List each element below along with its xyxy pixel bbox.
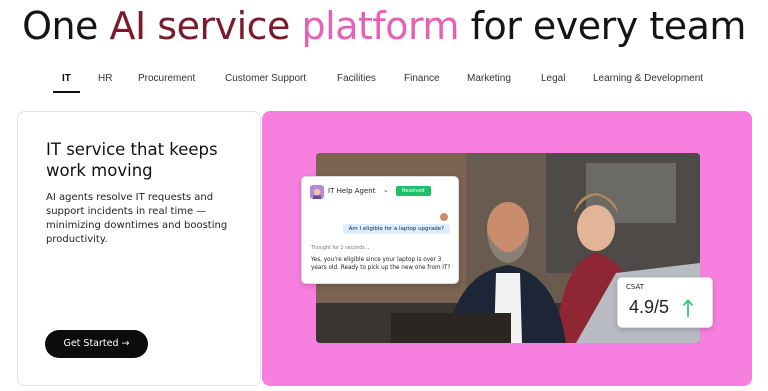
tab-procurement[interactable]: Procurement bbox=[138, 72, 195, 92]
agent-avatar bbox=[310, 185, 324, 199]
hero-title-text: One bbox=[22, 4, 110, 48]
csat-card: CSAT 4.9/5 bbox=[617, 277, 713, 328]
tab-legal[interactable]: Legal bbox=[541, 72, 565, 92]
chat-header: IT Help Agent ⌄ Resolved bbox=[310, 184, 455, 200]
tab-hr[interactable]: HR bbox=[98, 72, 112, 92]
csat-value: 4.9/5 bbox=[629, 297, 670, 317]
hero-title-space bbox=[290, 4, 302, 48]
tab-finance[interactable]: Finance bbox=[404, 72, 440, 92]
status-badge: Resolved bbox=[396, 186, 431, 196]
card-description: AI agents resolve IT requests and suppor… bbox=[46, 192, 228, 245]
hero-title: One AI service platform for every team bbox=[0, 4, 768, 48]
tab-it[interactable]: IT bbox=[62, 72, 71, 92]
robot-agent-icon bbox=[310, 186, 324, 199]
team-tabs: IT HR Procurement Customer Support Facil… bbox=[0, 72, 768, 94]
hero-title-text-end: for every team bbox=[458, 4, 747, 48]
agent-reply: Yes, you’re eligible since your laptop i… bbox=[311, 257, 451, 271]
tab-facilities[interactable]: Facilities bbox=[337, 72, 376, 92]
chevron-down-icon[interactable]: ⌄ bbox=[383, 186, 389, 194]
agent-name: IT Help Agent bbox=[328, 187, 376, 195]
tab-learning-development[interactable]: Learning & Development bbox=[593, 72, 703, 92]
thought-label: Thought for 2 seconds bbox=[311, 246, 365, 251]
get-started-button[interactable]: Get Started → bbox=[45, 330, 148, 358]
user-avatar bbox=[440, 213, 448, 221]
it-service-card: IT service that keeps work moving AI age… bbox=[17, 111, 261, 386]
tab-marketing[interactable]: Marketing bbox=[467, 72, 511, 92]
arrow-right-icon: → bbox=[121, 338, 130, 349]
user-message: Am I eligible for a laptop upgrade? bbox=[342, 224, 450, 234]
get-started-label: Get Started bbox=[63, 338, 119, 349]
csat-label: CSAT bbox=[626, 283, 644, 291]
tab-customer-support[interactable]: Customer Support bbox=[225, 72, 306, 92]
thought-chevron-icon: ⌄ bbox=[366, 246, 371, 251]
hero-title-accent-dark: AI service bbox=[109, 4, 291, 48]
hero-title-accent-pink: platform bbox=[301, 4, 460, 48]
active-tab-indicator bbox=[53, 91, 80, 93]
chat-card: IT Help Agent ⌄ Resolved Am I eligible f… bbox=[301, 176, 459, 284]
arrow-up-icon bbox=[682, 299, 694, 317]
card-heading: IT service that keeps work moving bbox=[46, 140, 218, 180]
thought-indicator[interactable]: Thought for 2 seconds ⌄ bbox=[311, 246, 370, 251]
